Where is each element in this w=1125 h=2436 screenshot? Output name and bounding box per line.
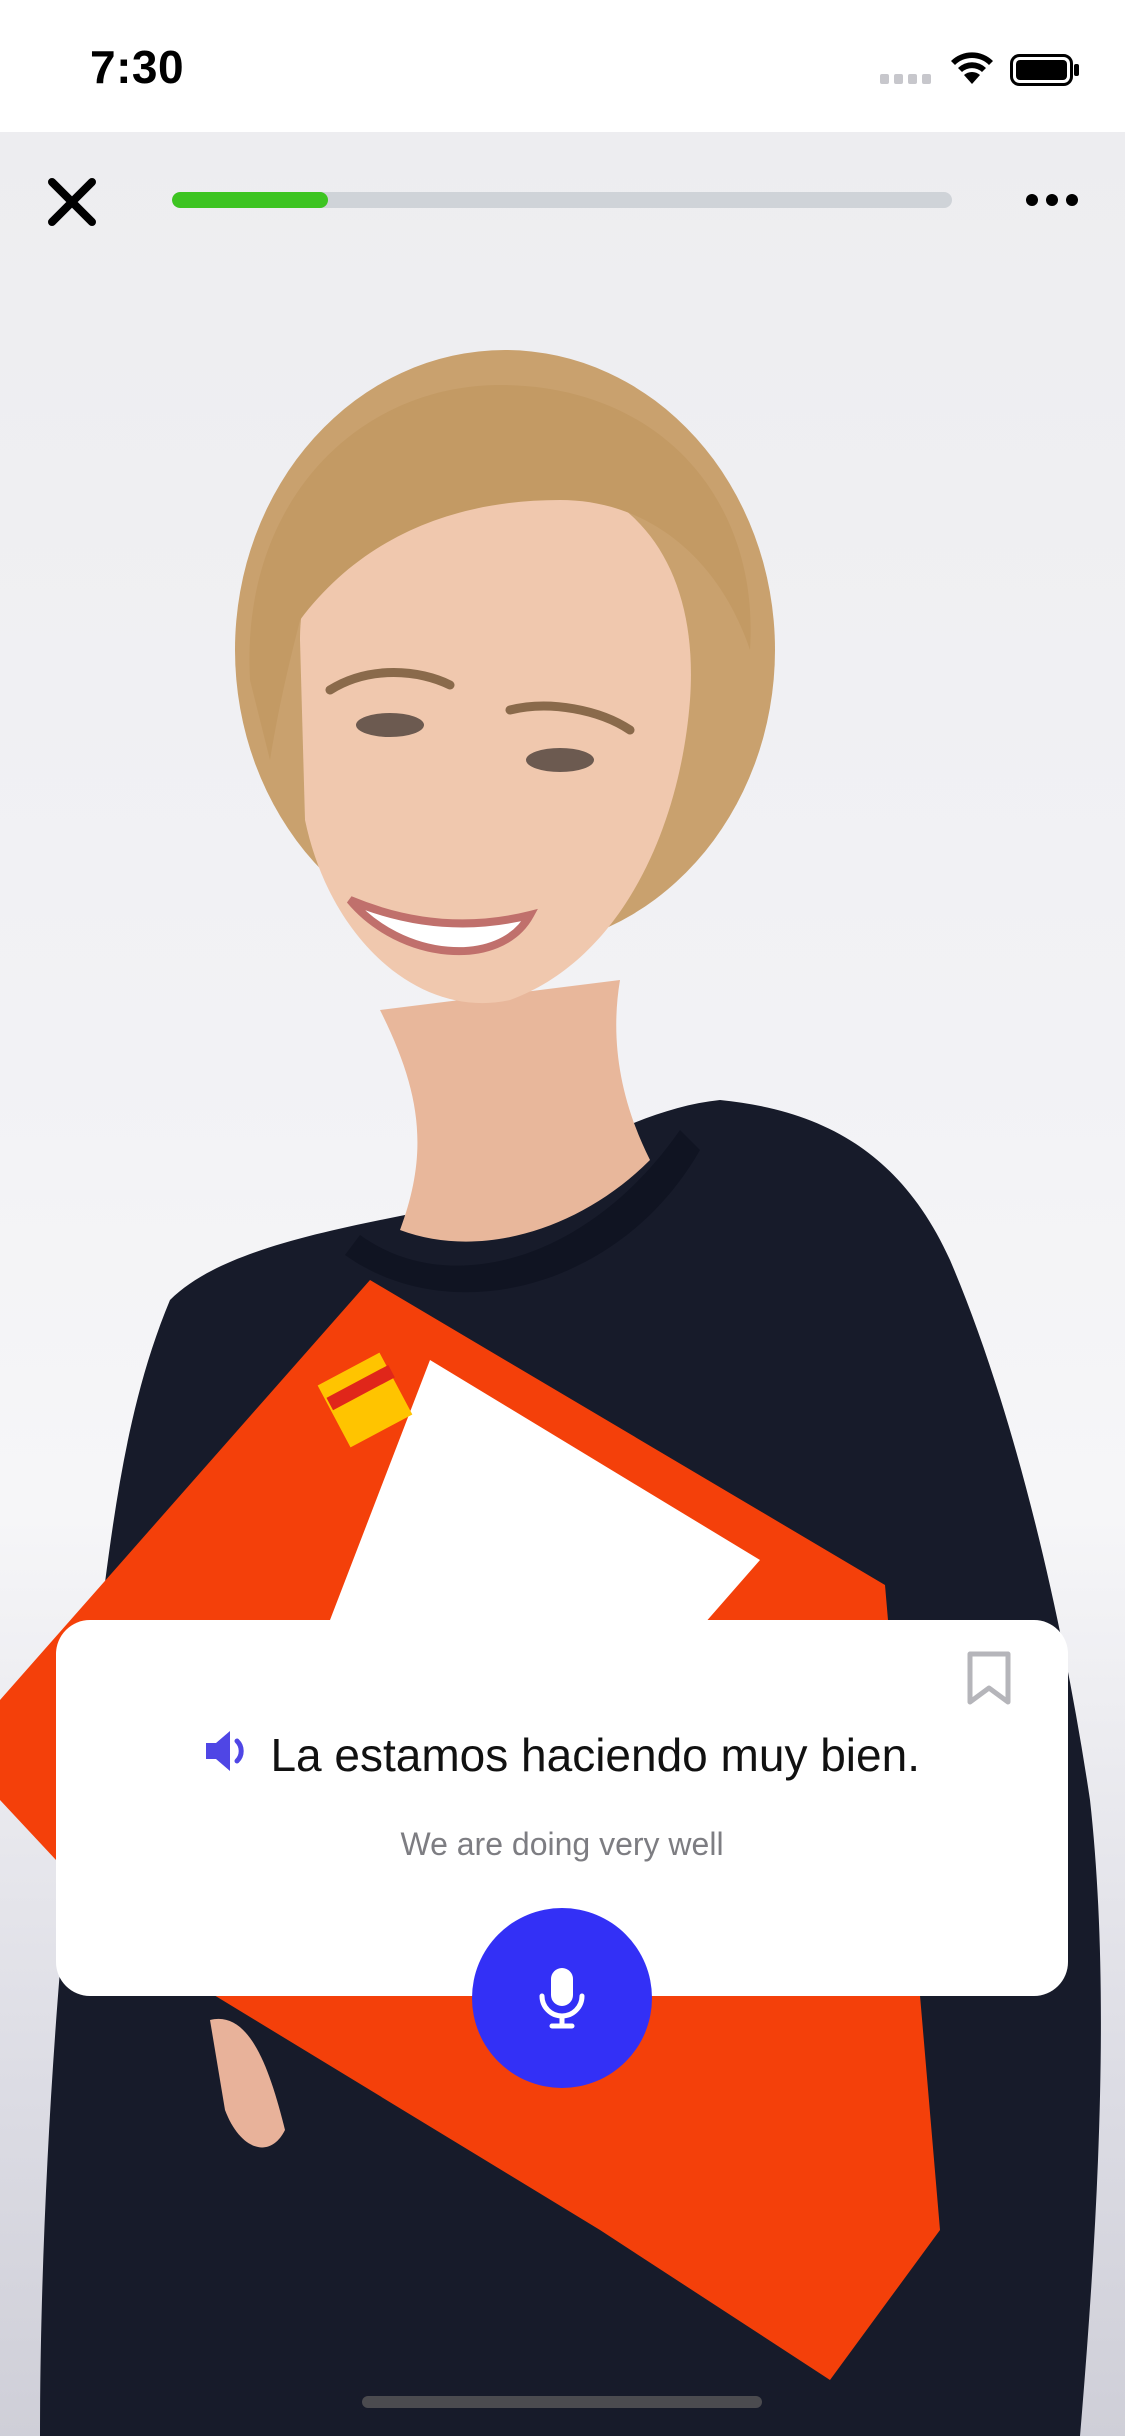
- lesson-photo: [0, 132, 1125, 2436]
- more-icon[interactable]: [1022, 180, 1082, 220]
- battery-icon: [1010, 54, 1079, 86]
- lesson-progress-bar: [172, 192, 952, 208]
- phrase-row: La estamos haciendo muy bien.: [56, 1728, 1068, 1782]
- lesson-top-bar: [0, 132, 1125, 262]
- phrase-translation: We are doing very well: [400, 1826, 724, 1862]
- close-icon[interactable]: [42, 172, 102, 232]
- tutor-photo: [0, 350, 1101, 2436]
- lesson-progress-fill: [172, 192, 328, 208]
- record-button[interactable]: [472, 1908, 652, 2088]
- phrase-text: La estamos haciendo muy bien.: [270, 1729, 920, 1781]
- status-time: 7:30: [90, 41, 185, 93]
- home-indicator: [362, 2396, 762, 2408]
- cellular-signal-icon: [880, 74, 934, 84]
- speaker-icon[interactable]: [204, 1728, 254, 1774]
- bookmark-icon[interactable]: [964, 1650, 1014, 1706]
- wifi-icon: [951, 52, 993, 84]
- status-bar: 7:30: [0, 0, 1125, 132]
- microphone-icon: [539, 1968, 585, 2029]
